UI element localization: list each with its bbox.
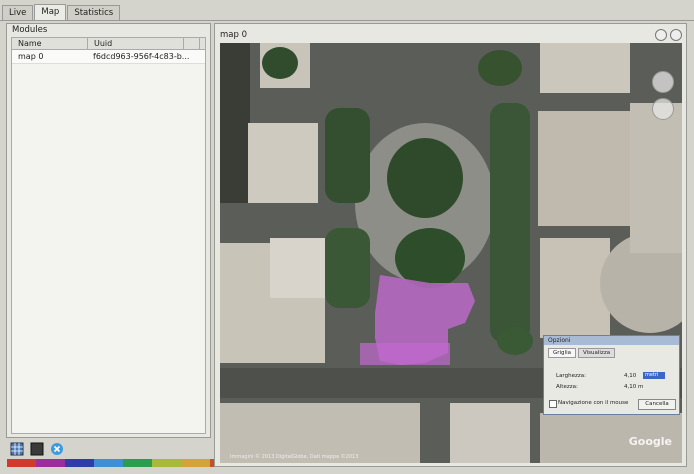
building [538, 111, 630, 226]
zoom-control-icon[interactable] [652, 98, 674, 120]
bottom-toolbar [10, 442, 64, 456]
building [540, 43, 630, 93]
trees [262, 47, 298, 79]
tab-divider [0, 20, 694, 21]
trees [325, 228, 370, 308]
map-title: map 0 [220, 30, 247, 40]
modules-title: Modules [12, 25, 48, 35]
trees [490, 103, 530, 343]
restore-icon[interactable] [655, 29, 667, 41]
tab-bar: Live Map Statistics [2, 4, 121, 21]
map-window-controls [655, 29, 682, 41]
color-swatch[interactable] [123, 459, 152, 467]
modules-panel: Modules Name Uuid map 0 f6dcd963-956f-4c… [6, 23, 211, 438]
building [248, 123, 318, 203]
trees [478, 50, 522, 86]
close-icon[interactable] [670, 29, 682, 41]
color-swatch[interactable] [36, 459, 65, 467]
map-panel: map 0 Opzioni Griglia Visualizza Larghez… [214, 23, 687, 467]
dialog-tabs: Griglia Visualizza [544, 345, 679, 358]
building [270, 238, 325, 298]
square-icon[interactable] [30, 442, 44, 456]
map-navigation [652, 71, 674, 120]
dialog-tab-grid[interactable]: Griglia [548, 348, 576, 358]
height-label: Altezza: [556, 384, 578, 390]
color-swatch[interactable] [181, 459, 210, 467]
mouse-nav-label: Navigazione con il mouse [558, 400, 629, 406]
row-uuid: f6dcd963-956f-4c83-b... [93, 52, 190, 61]
google-logo: Google [628, 435, 672, 448]
close-icon[interactable] [50, 442, 64, 456]
mouse-nav-checkbox[interactable] [549, 400, 557, 408]
tab-map[interactable]: Map [34, 4, 67, 20]
options-dialog: Opzioni Griglia Visualizza Larghezza: 4,… [543, 335, 680, 415]
pan-control-icon[interactable] [652, 71, 674, 93]
satellite-map[interactable]: Opzioni Griglia Visualizza Larghezza: 4,… [220, 43, 682, 463]
trees [395, 228, 465, 288]
trees [325, 108, 370, 203]
column-header-spacer [184, 38, 200, 49]
width-label: Larghezza: [556, 373, 586, 379]
building [540, 238, 610, 338]
map-attribution: Immagini © 2013 DigitalGlobe, Dati mappa… [230, 454, 359, 460]
modules-table: Name Uuid map 0 f6dcd963-956f-4c83-b... [11, 37, 206, 434]
row-name: map 0 [18, 52, 44, 61]
trees [387, 138, 463, 218]
column-header-name[interactable]: Name [12, 38, 88, 49]
color-swatch[interactable] [152, 459, 181, 467]
grid-icon[interactable] [10, 442, 24, 456]
building [220, 43, 250, 203]
tab-statistics[interactable]: Statistics [67, 5, 121, 20]
tab-live[interactable]: Live [2, 5, 34, 20]
dialog-tab-view[interactable]: Visualizza [577, 348, 616, 358]
table-header: Name Uuid [12, 38, 205, 50]
trees [497, 327, 533, 355]
highlight-area [360, 343, 450, 365]
unit-select[interactable]: metri [643, 372, 665, 379]
width-value[interactable]: 4,10 [624, 373, 636, 379]
dialog-title: Opzioni [544, 336, 679, 345]
building [630, 103, 682, 253]
cancel-button[interactable]: Cancella [638, 399, 676, 410]
color-swatch[interactable] [7, 459, 36, 467]
color-swatch[interactable] [94, 459, 123, 467]
building [450, 403, 530, 463]
column-header-uuid[interactable]: Uuid [88, 38, 184, 49]
color-swatch[interactable] [65, 459, 94, 467]
height-value: 4,10 m [624, 384, 644, 390]
table-row[interactable]: map 0 f6dcd963-956f-4c83-b... [12, 50, 205, 64]
